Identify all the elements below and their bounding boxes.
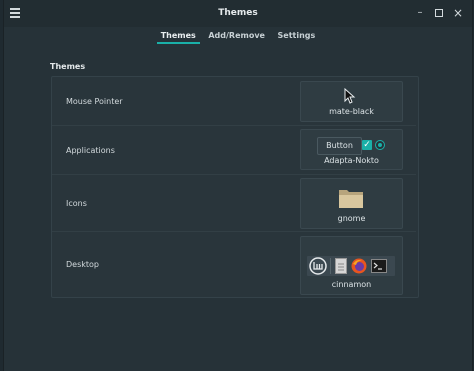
close-icon[interactable]: × (452, 7, 464, 19)
tab-settings[interactable]: Settings (274, 28, 320, 43)
preview-button: Button (317, 137, 362, 155)
applications-label: Applications (66, 146, 115, 155)
icons-theme-button[interactable]: gnome (300, 178, 403, 229)
section-title: Themes (50, 62, 86, 71)
mouse-pointer-value: mate-black (329, 107, 374, 116)
divider (52, 125, 416, 126)
minimize-icon[interactable]: – (414, 7, 426, 19)
firefox-icon (351, 258, 367, 274)
desktop-label: Desktop (66, 260, 99, 269)
tab-themes[interactable]: Themes (156, 28, 200, 44)
desktop-value: cinnamon (331, 280, 372, 289)
cursor-icon (344, 88, 356, 104)
desktop-theme-button[interactable]: cinnamon (300, 236, 403, 295)
checkbox-icon: ✓ (362, 140, 372, 150)
separator (330, 258, 331, 274)
tab-bar: Themes Add/Remove Settings (4, 28, 472, 46)
titlebar: Themes – × (4, 0, 472, 27)
applications-value: Adapta-Nokto (324, 156, 379, 165)
mint-menu-icon (309, 257, 327, 275)
applications-theme-button[interactable]: Button ✓ Adapta-Nokto (300, 129, 403, 170)
maximize-icon[interactable] (433, 7, 445, 19)
radio-icon (375, 140, 385, 150)
window-title: Themes (218, 8, 258, 18)
divider (52, 174, 416, 175)
folder-icon (339, 190, 363, 208)
mouse-pointer-label: Mouse Pointer (66, 97, 123, 106)
divider (52, 231, 416, 232)
icons-value: gnome (337, 214, 366, 223)
desktop-preview (307, 256, 395, 276)
files-icon (335, 258, 347, 274)
mouse-pointer-theme-button[interactable]: mate-black (300, 81, 403, 122)
icons-label: Icons (66, 199, 87, 208)
terminal-icon (371, 259, 387, 273)
tab-add-remove[interactable]: Add/Remove (204, 28, 269, 43)
